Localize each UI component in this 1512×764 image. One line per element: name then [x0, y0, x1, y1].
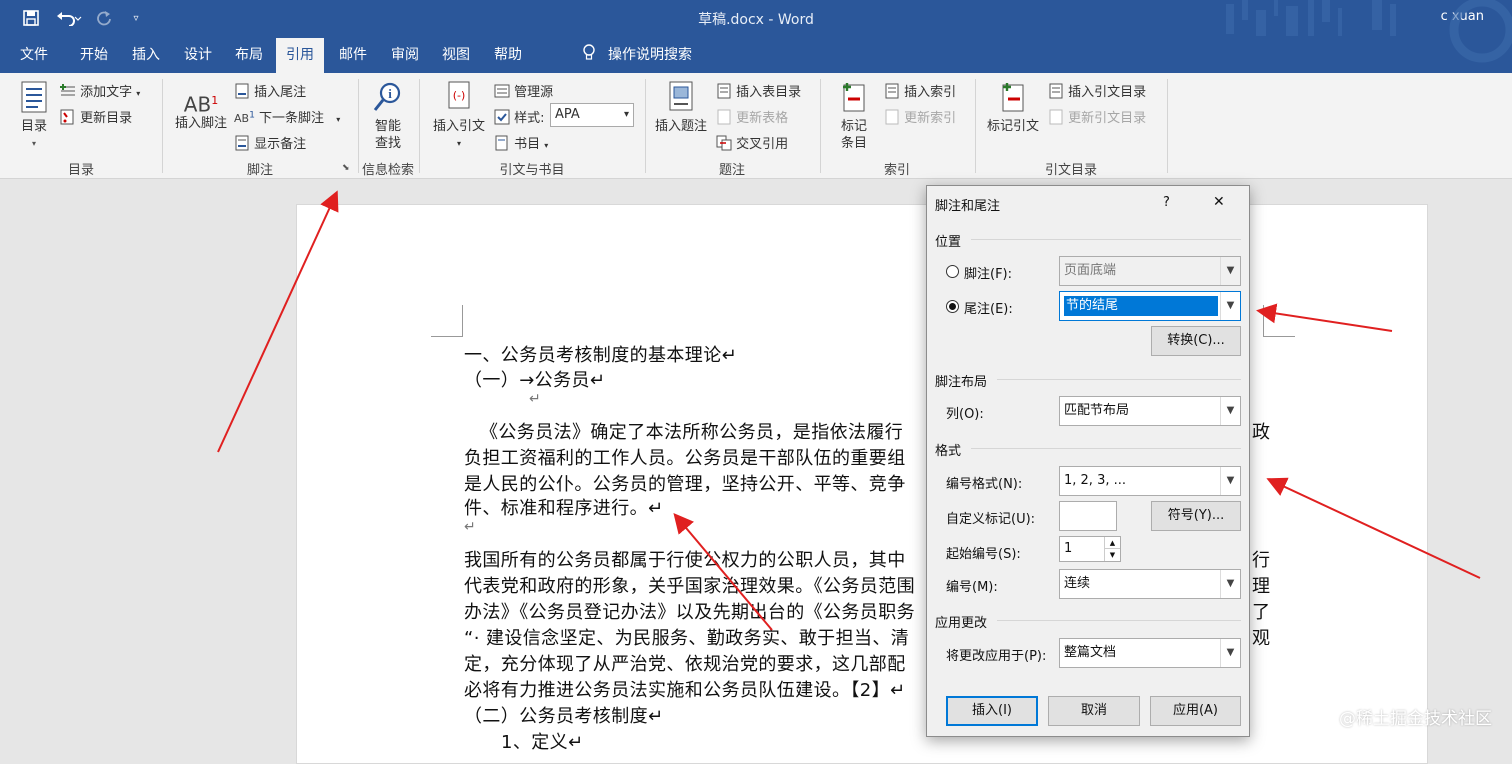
arrow-to-endnote-select	[1256, 303, 1393, 332]
arrow-to-cursor	[673, 512, 773, 631]
arrow-to-number-format	[1266, 477, 1481, 579]
arrow-to-dialog-launcher	[217, 190, 339, 453]
annotation-arrows	[217, 190, 1481, 631]
watermark: @稀土掘金技术社区	[1339, 709, 1492, 729]
